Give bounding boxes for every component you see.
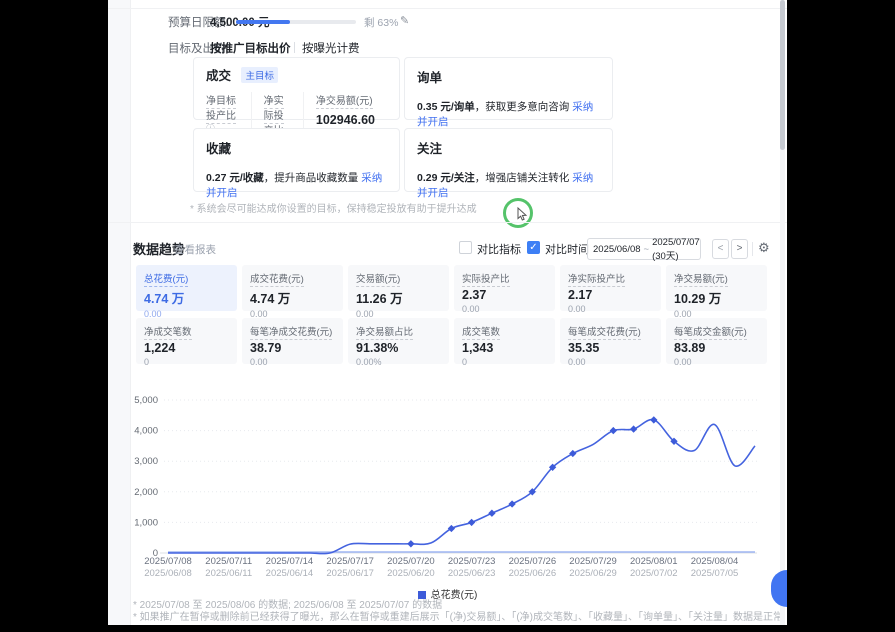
metric-tile[interactable]: 每笔成交花费(元)35.350.00 — [560, 318, 661, 364]
y-axis-tick-label: 3,000 — [134, 456, 158, 467]
x-axis-tick-compare: 2025/07/05 — [691, 568, 739, 579]
x-axis-tick-current: 2025/08/04 — [691, 556, 739, 567]
toolbar-separator — [752, 242, 753, 256]
sidebar-item-detail[interactable]: ▤ 广详情 — [108, 7, 129, 37]
sidebar-item-history[interactable]: 🕒 记录 — [108, 142, 129, 173]
data-point-marker[interactable] — [488, 510, 495, 517]
gear-icon[interactable]: ⚙ — [758, 240, 770, 256]
metric-tile[interactable]: 净实际投产比2.170.00 — [560, 265, 661, 311]
x-axis-tick-current: 2025/07/23 — [448, 556, 496, 567]
goal-card-follow: 关注 0.29 元/关注，增强店铺关注转化 采纳并开启 — [404, 128, 613, 192]
sidebar-item-label: 广详情 — [108, 24, 129, 37]
x-axis-tick-compare: 2025/06/08 — [144, 568, 192, 579]
y-axis-tick-label: 1,000 — [134, 517, 158, 528]
x-axis-tick-current: 2025/07/14 — [266, 556, 314, 567]
goal-card-deal: 成交 主目标 净目标投产比 ⓘ 2.45 ✎ 净实际投产比 2.17 净交易额(… — [193, 57, 400, 120]
section-divider — [108, 222, 787, 223]
data-point-marker[interactable] — [448, 525, 455, 532]
sidebar-item-label: 广诊断 — [108, 114, 129, 127]
date-end: 2025/07/07 (30天) — [652, 237, 700, 262]
date-start: 2025/06/08 — [593, 244, 641, 255]
prev-period-button[interactable]: < — [712, 239, 729, 259]
sidebar-item-label: 创意 — [108, 70, 129, 83]
footnote-2: * 如果推广在暂停或删除前已经获得了曝光，那么在暂停或重建后展示「(净)交易额」… — [133, 608, 787, 625]
budget-progress-bar — [236, 20, 356, 24]
tab-separator — [294, 42, 295, 53]
x-axis-tick-compare: 2025/06/20 — [387, 568, 435, 579]
goal-card-title: 收藏 — [206, 138, 231, 157]
metric-tile[interactable]: 每笔成交金额(元)83.890.00 — [666, 318, 767, 364]
metric-tile[interactable]: 总花费(元)4.74 万0.00 — [136, 265, 237, 311]
goal-card-inquiry: 询单 0.35 元/询单，获取更多意向咨询 采纳并开启 — [404, 57, 613, 120]
x-axis-tick-current: 2025/08/01 — [630, 556, 678, 567]
x-axis-tick-compare: 2025/06/23 — [448, 568, 496, 579]
sidebar-item-creative[interactable]: 💡 创意 — [108, 52, 129, 83]
goal-card-favorite: 收藏 0.27 元/收藏，提升商品收藏数量 采纳并开启 — [193, 128, 400, 192]
main-series-line — [168, 420, 755, 554]
scrollbar-thumb[interactable] — [780, 0, 785, 150]
sidebar-item-diagnosis[interactable]: ▣ 广诊断 — [108, 97, 129, 127]
budget-edit-icon[interactable]: ✎ — [400, 14, 409, 27]
data-point-marker[interactable] — [468, 519, 475, 526]
x-axis-tick-compare: 2025/06/17 — [326, 568, 374, 579]
goal-card-title: 询单 — [417, 67, 442, 86]
goal-card-desc: 0.35 元/询单，获取更多意向咨询 采纳并开启 — [417, 99, 600, 129]
x-axis-tick-current: 2025/07/26 — [509, 556, 557, 567]
data-point-marker[interactable] — [630, 425, 637, 432]
goal-card-title: 成交 — [206, 65, 231, 84]
metric-tile[interactable]: 成交笔数1,3430 — [454, 318, 555, 364]
y-axis-tick-label: 4,000 — [134, 426, 158, 437]
screen: ▤ 广详情 💡 创意 ▣ 广诊断 🕒 记录 预算日限额: 4,500.00 元 … — [0, 0, 895, 632]
mouse-cursor-icon — [517, 207, 528, 221]
metric-tile[interactable]: 净成交笔数1,2240 — [136, 318, 237, 364]
metric-tile[interactable]: 净交易额(元)10.29 万0.00 — [666, 265, 767, 311]
budget-progress-fill — [236, 20, 290, 24]
x-axis-tick-current: 2025/07/17 — [326, 556, 374, 567]
x-axis-tick-compare: 2025/06/14 — [266, 568, 314, 579]
metric-tiles-row-1: 总花费(元)4.74 万0.00成交花费(元)4.74 万0.00交易额(元)1… — [136, 265, 767, 311]
compare-time-checkbox[interactable]: ✓ — [527, 241, 540, 254]
data-point-marker[interactable] — [407, 540, 414, 547]
data-point-marker[interactable] — [508, 500, 515, 507]
goal-card-desc: 0.29 元/关注，增强店铺关注转化 采纳并开启 — [417, 170, 600, 200]
next-period-button[interactable]: > — [731, 239, 748, 259]
tab-bid-by-goal[interactable]: 按推广目标出价 — [210, 40, 291, 56]
x-axis-tick-compare: 2025/06/26 — [509, 568, 557, 579]
goal-card-desc: 0.27 元/收藏，提升商品收藏数量 采纳并开启 — [206, 170, 387, 200]
tab-bid-by-impression[interactable]: 按曝光计费 — [302, 40, 360, 56]
view-report-link[interactable]: 查看报表 — [174, 242, 216, 257]
primary-goal-badge: 主目标 — [241, 67, 278, 83]
metric-tiles-row-2: 净成交笔数1,2240每笔净成交花费(元)38.790.00净交易额占比91.3… — [136, 318, 767, 364]
goal-card-title: 关注 — [417, 138, 442, 157]
x-axis-tick-compare: 2025/06/11 — [205, 568, 252, 579]
compare-metric-checkbox[interactable] — [459, 241, 472, 254]
metric-tile[interactable]: 每笔净成交花费(元)38.790.00 — [242, 318, 343, 364]
y-axis-tick-label: 5,000 — [134, 395, 158, 406]
x-axis-tick-compare: 2025/06/29 — [569, 568, 617, 579]
y-axis-tick-label: 2,000 — [134, 487, 158, 498]
floating-action-button[interactable] — [771, 570, 787, 607]
data-point-marker[interactable] — [610, 427, 617, 434]
sidebar-item-label: 记录 — [108, 160, 129, 173]
metric-tile[interactable]: 实际投产比2.370.00 — [454, 265, 555, 311]
x-axis-tick-compare: 2025/07/02 — [630, 568, 678, 579]
goal-note: * 系统会尽可能达成你设置的目标，保持稳定投放有助于提升达成 — [190, 200, 477, 215]
data-point-marker[interactable] — [569, 450, 576, 457]
budget-remaining: 剩 63% — [364, 15, 398, 30]
data-point-marker[interactable] — [650, 416, 657, 423]
x-axis-tick-current: 2025/07/11 — [205, 556, 252, 567]
x-axis-tick-current: 2025/07/08 — [144, 556, 192, 567]
metric-tile[interactable]: 成交花费(元)4.74 万0.00 — [242, 265, 343, 311]
trend-line-chart: 01,0002,0003,0004,0005,0002025/07/082025… — [108, 390, 787, 586]
app-window: ▤ 广详情 💡 创意 ▣ 广诊断 🕒 记录 预算日限额: 4,500.00 元 … — [108, 0, 787, 625]
x-axis-tick-current: 2025/07/20 — [387, 556, 435, 567]
metric-tile[interactable]: 净交易额占比91.38%0.00% — [348, 318, 449, 364]
top-divider — [108, 8, 787, 9]
metric-tile[interactable]: 交易额(元)11.26 万0.00 — [348, 265, 449, 311]
date-range-picker[interactable]: 2025/06/08 ~ 2025/07/07 (30天) — [587, 238, 701, 260]
compare-metric-label: 对比指标 — [477, 241, 521, 257]
x-axis-tick-current: 2025/07/29 — [569, 556, 617, 567]
compare-time-label: 对比时间 — [545, 241, 589, 257]
